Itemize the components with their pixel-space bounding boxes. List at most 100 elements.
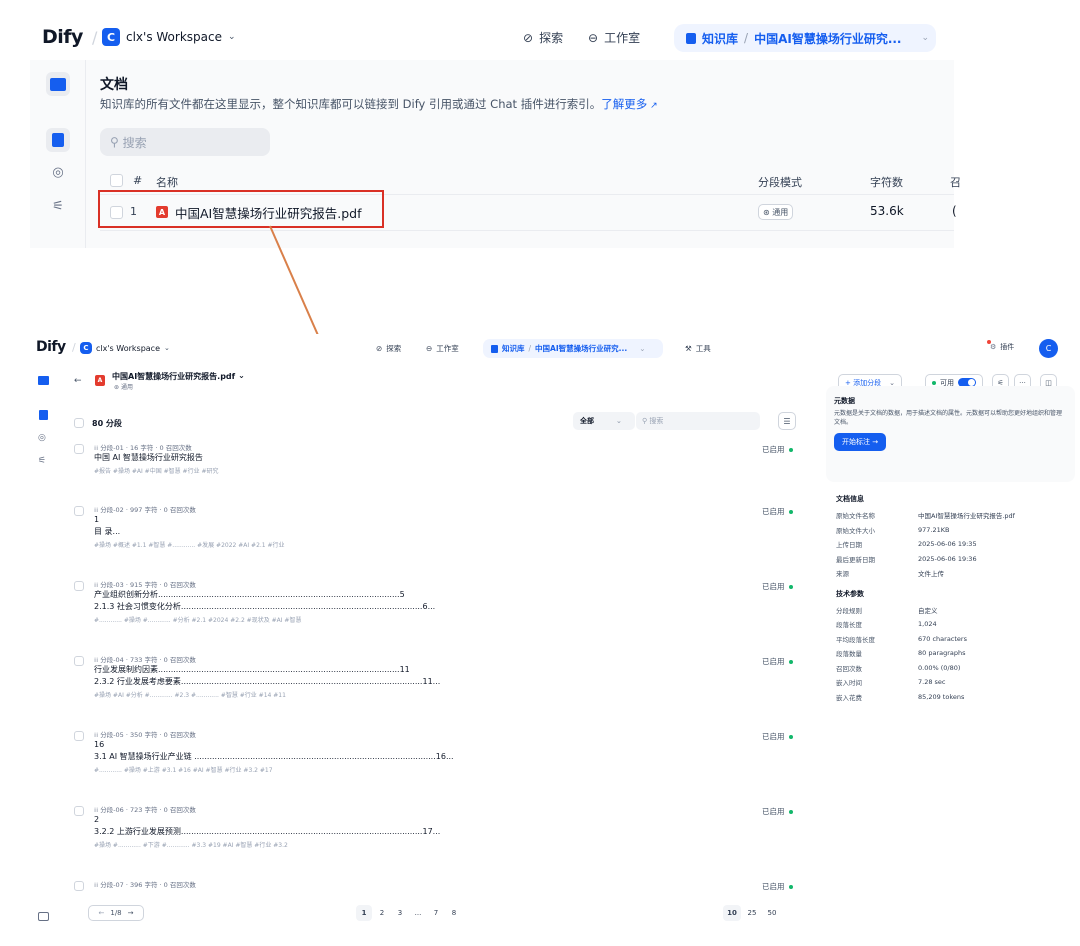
page-button[interactable]: 7: [428, 905, 444, 921]
plugin-button[interactable]: ⚙ 插件: [987, 340, 1014, 352]
page-button[interactable]: ...: [410, 905, 426, 921]
chevron-down-icon[interactable]: ⌄: [922, 33, 930, 43]
nav-knowledge-label: 知识库: [502, 344, 525, 353]
column-mode: 分段模式: [758, 176, 802, 189]
folder-icon[interactable]: [38, 376, 49, 385]
document-icon[interactable]: [46, 128, 70, 152]
segment-item[interactable]: ⁞⁞ 分段-07 · 396 字符 · 0 召回次数: [94, 879, 754, 889]
collapse-sidebar-icon[interactable]: [38, 912, 49, 921]
nav-tools[interactable]: ⚒ 工具: [685, 343, 711, 354]
nav-studio[interactable]: ⊖ 工作室: [426, 343, 459, 354]
workspace-avatar: C: [102, 28, 120, 46]
tech-params-list: 分段规则 自定义 段落长度 1,024 平均段落长度 670 characters 段落数量…: [836, 603, 1075, 705]
metadata-title: 元数据: [834, 397, 855, 405]
nav-studio[interactable]: ⊖ 工作室: [588, 29, 640, 46]
segment-status[interactable]: 已启用: [762, 731, 793, 742]
segment-checkbox[interactable]: [74, 806, 84, 816]
tool-icon: ⚒: [685, 344, 692, 353]
page-stepper[interactable]: ← 1/8 →: [88, 905, 144, 921]
page-button[interactable]: 8: [446, 905, 462, 921]
nav-explore[interactable]: ⊘ 探索: [376, 343, 401, 354]
prev-icon[interactable]: ←: [98, 909, 104, 917]
page-button[interactable]: 1: [356, 905, 372, 921]
doc-info-list: 原始文件名称 中国AI智慧操场行业研究报告.pdf 原始文件大小 977.21KB 上传…: [836, 508, 1075, 581]
info-key: 来源: [836, 570, 849, 579]
segment-item[interactable]: ⁞⁞ 分段-06 · 723 字符 · 0 召回次数 2 3.2.2 上游行业发展预…: [94, 804, 754, 849]
workspace-selector[interactable]: C clx's Workspace ⌄: [102, 28, 236, 46]
info-key: 原始文件名称: [836, 512, 875, 521]
segment-checkbox[interactable]: [74, 881, 84, 891]
pdf-icon: A: [95, 375, 105, 386]
user-avatar[interactable]: C: [1039, 339, 1058, 358]
start-labeling-button[interactable]: 开始标注 →: [834, 433, 887, 451]
chevron-down-icon: ⌄: [616, 417, 622, 425]
collapse-icon[interactable]: ☰: [778, 412, 796, 430]
nav-explore-label: 探索: [386, 344, 402, 353]
segment-item[interactable]: ⁞⁞ 分段-04 · 733 字符 · 0 召回次数 行业发展制约因素......…: [94, 654, 754, 699]
divider: /: [528, 344, 532, 353]
info-key: 嵌入花费: [836, 693, 862, 702]
settings-icon[interactable]: ⚟: [38, 456, 46, 466]
info-row: 平均段落长度 670 characters: [836, 632, 1075, 647]
target-icon[interactable]: ◎: [48, 162, 68, 182]
info-row: 段落数量 80 paragraphs: [836, 646, 1075, 661]
next-icon[interactable]: →: [128, 909, 134, 917]
target-icon[interactable]: ◎: [38, 433, 46, 443]
segment-checkbox[interactable]: [74, 581, 84, 591]
status-label: 已启用: [762, 807, 785, 816]
search-input[interactable]: ⚲ 搜索: [100, 128, 270, 156]
select-all-checkbox[interactable]: [110, 174, 123, 187]
info-key: 平均段落长度: [836, 635, 875, 644]
page-size-option[interactable]: 50: [763, 905, 781, 921]
page-button[interactable]: 3: [392, 905, 408, 921]
segment-status[interactable]: 已启用: [762, 444, 793, 455]
page-title: 文档: [100, 77, 128, 93]
nav-explore[interactable]: ⊘ 探索: [523, 29, 563, 46]
segment-checkbox[interactable]: [74, 506, 84, 516]
row-extra: (: [952, 204, 957, 218]
workspace-selector[interactable]: C clx's Workspace ⌄: [80, 342, 170, 354]
segment-status[interactable]: 已启用: [762, 506, 793, 517]
segment-item[interactable]: ⁞⁞ 分段-01 · 16 字符 · 0 召回次数 中国 AI 智慧操场行业研究报…: [94, 442, 754, 475]
info-value: 文件上传: [918, 570, 944, 579]
status-dot: [788, 659, 793, 664]
select-all-checkbox[interactable]: [74, 418, 84, 428]
segment-status[interactable]: 已启用: [762, 881, 793, 892]
nav-knowledge[interactable]: 知识库 / 中国AI智慧操场行业研究... ⌄: [483, 339, 663, 358]
column-chars: 字符数: [870, 176, 903, 189]
learn-more-link[interactable]: 了解更多: [601, 97, 647, 111]
page-button[interactable]: 2: [374, 905, 390, 921]
metadata-description: 元数据是关于文档的数据，用于描述文档的属性。元数据可以帮助您更好地组织和管理文档…: [834, 410, 1063, 426]
folder-icon[interactable]: [46, 72, 70, 96]
doc-mode: ⊛ 通用: [114, 384, 133, 391]
segment-checkbox[interactable]: [74, 731, 84, 741]
search-icon: ⚲: [110, 135, 123, 149]
chevron-down-icon[interactable]: ⌄: [639, 344, 645, 353]
page-indicator: 1/8: [110, 909, 122, 917]
segment-status[interactable]: 已启用: [762, 581, 793, 592]
segment-item[interactable]: ⁞⁞ 分段-02 · 997 字符 · 0 召回次数 1 目 录... #操场 #概述…: [94, 504, 754, 549]
nav-knowledge[interactable]: 知识库 / 中国AI智慧操场行业研究... ⌄: [674, 24, 936, 52]
segment-item[interactable]: ⁞⁞ 分段-05 · 350 字符 · 0 召回次数 16 3.1 AI 智慧操场行…: [94, 729, 754, 774]
dataset-name: 中国AI智慧操场行业研究...: [754, 31, 902, 46]
filter-select[interactable]: 全部 ⌄: [573, 412, 635, 430]
segment-tags: #报告 #操场 #AI #中国 #智慧 #行业 #研究: [94, 468, 219, 475]
segment-tags: #............ #操场 #............ #分析 #2.1…: [94, 617, 302, 624]
segment-item[interactable]: ⁞⁞ 分段-03 · 915 字符 · 0 召回次数 产业组织创新分析......…: [94, 579, 754, 624]
segment-status[interactable]: 已启用: [762, 656, 793, 667]
document-icon[interactable]: [39, 410, 48, 420]
segment-checkbox[interactable]: [74, 656, 84, 666]
page-size-option[interactable]: 25: [743, 905, 761, 921]
info-row: 最后更新日期 2025-06-06 19:36: [836, 552, 1075, 567]
segment-checkbox[interactable]: [74, 444, 84, 454]
segment-search-input[interactable]: ⚲ 搜索: [636, 412, 760, 430]
back-arrow-icon[interactable]: ←: [74, 376, 82, 386]
settings-icon[interactable]: ⚟: [48, 196, 68, 216]
bottom-screenshot: Dify / C clx's Workspace ⌄ ⊘ 探索 ⊖ 工作室 知识库 …: [30, 334, 1075, 929]
divider: /: [72, 341, 76, 354]
segment-status[interactable]: 已启用: [762, 806, 793, 817]
right-panel: 元数据 元数据是关于文档的数据，用于描述文档的属性。元数据可以帮助您更好地组织和…: [826, 386, 1075, 704]
doc-title-selector[interactable]: 中国AI智慧操场行业研究报告.pdf ⌄: [112, 371, 245, 382]
info-key: 段落数量: [836, 650, 862, 659]
page-size-option[interactable]: 10: [723, 905, 741, 921]
